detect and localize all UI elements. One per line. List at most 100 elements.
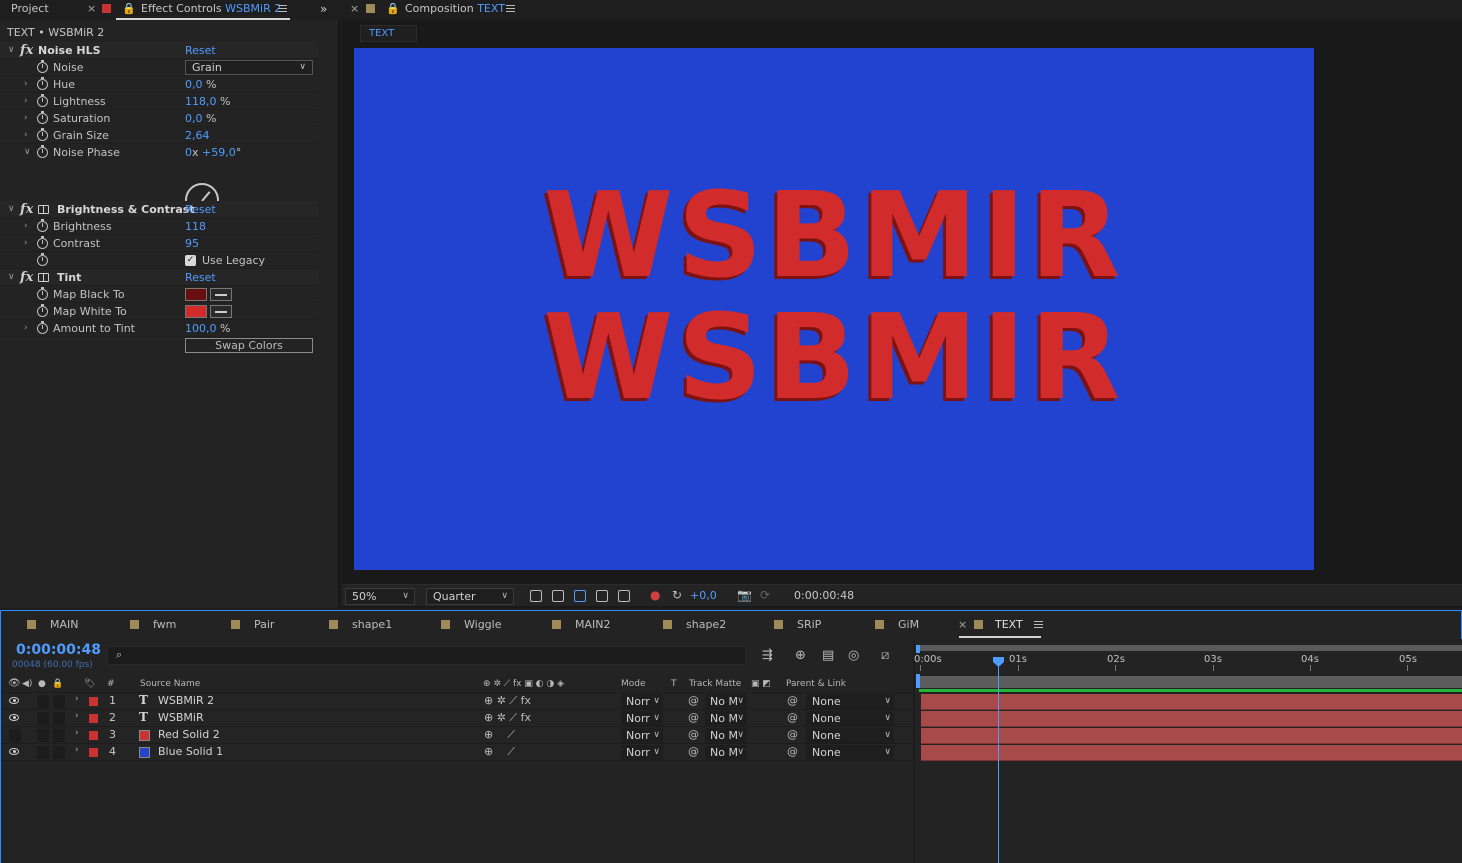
layer-label-color[interactable] [89,714,98,723]
frame-blending-icon[interactable]: ▤ [822,648,834,663]
eye-icon[interactable] [9,697,19,704]
prop-value[interactable]: 118 [185,218,206,235]
parent-select[interactable]: None ∨ [806,711,894,726]
chevron-right-icon[interactable]: › [24,127,28,144]
layer-name[interactable]: WSBMiR 2 [158,694,214,707]
blend-mode-select[interactable]: Norr ∨ [621,728,663,743]
chevron-down-icon[interactable]: ∨ [8,269,15,286]
chevron-right-icon[interactable]: › [24,76,28,93]
value-number[interactable]: 100,0 [185,322,217,335]
swap-colors-button[interactable]: Swap Colors [185,338,313,353]
layer-label-color[interactable] [89,748,98,757]
track-matte-select[interactable]: No M ∨ [705,711,747,726]
layer-row[interactable]: › 2 T WSBMiR ⊕ ✲ ⟋ fx Norr ∨ @ No M ∨ @ No… [1,710,913,727]
parent-pickwhip-icon[interactable]: @ [787,745,798,758]
fast-previews-icon[interactable] [530,590,542,602]
timeline-tab-main[interactable]: MAIN [27,618,79,631]
expand-panels-icon[interactable]: » [320,0,327,20]
effect-tint-header[interactable]: ∨ fx Tint Reset [0,269,318,286]
stopwatch-icon[interactable] [37,219,48,232]
composition-canvas[interactable]: WSBMIR WSBMIR [354,48,1314,570]
audio-toggle[interactable] [37,712,49,725]
tab-effect-controls[interactable]: Effect Controls WSBMiR 2 [141,0,281,20]
stopwatch-icon[interactable] [37,321,48,334]
color-channels-icon[interactable]: ● [650,588,660,602]
track-matte-select[interactable]: No M ∨ [705,745,747,760]
value-number[interactable]: 118,0 [185,95,217,108]
reset-link[interactable]: Reset [185,201,216,218]
layer-row[interactable]: › 3 Red Solid 2 ⊕ ⟋ Norr ∨ @ No M ∨ @ None… [1,727,913,744]
layer-duration-bar[interactable] [921,728,1462,744]
work-area-bar[interactable] [919,676,1462,688]
layer-name[interactable]: Red Solid 2 [158,728,220,741]
prop-value[interactable]: 0x +59,0° [185,144,241,161]
reset-link[interactable]: Reset [185,269,216,286]
parent-pickwhip-icon[interactable]: @ [787,694,798,707]
grid-guides-icon[interactable] [618,590,630,602]
chevron-down-icon[interactable]: ∨ [8,42,15,59]
stopwatch-icon[interactable] [37,94,48,107]
timeline-tab-text[interactable]: TEXT [974,618,1044,631]
track-matte-pickwhip-icon[interactable]: @ [688,745,699,758]
prop-value[interactable]: 118,0 % [185,93,230,110]
value-number[interactable]: 0,0 [185,112,203,125]
use-legacy-checkbox[interactable]: ✓ [185,255,196,266]
layer-name[interactable]: WSBMiR [158,711,204,724]
graph-editor-icon[interactable]: ⧄ [881,648,889,663]
shy-switch-icon[interactable]: ⊕ ✲ ⟋ fx [484,711,531,725]
noise-type-select[interactable]: Grain ∨ [185,60,313,75]
chevron-right-icon[interactable]: › [75,728,79,738]
prop-value[interactable]: 0,0 % [185,76,216,93]
timeline-tab-pair[interactable]: Pair [231,618,274,631]
chevron-right-icon[interactable]: › [75,745,79,755]
lock-toggle[interactable] [53,712,65,725]
layer-duration-bar[interactable] [921,711,1462,727]
value-number[interactable]: 0,0 [185,78,203,91]
eye-icon[interactable] [9,748,19,755]
layer-duration-bar[interactable] [921,745,1462,761]
track-matte-pickwhip-icon[interactable]: @ [688,711,699,724]
tab-composition[interactable]: Composition TEXT [405,0,505,20]
chevron-right-icon[interactable]: › [24,93,28,110]
composition-mini-flowchart-icon[interactable]: ⇶ [762,648,773,663]
stopwatch-icon[interactable] [37,253,48,266]
layer-search-input[interactable]: ⌕ [107,646,746,665]
shy-switch-icon[interactable]: ⊕ ⟋ [484,745,515,759]
draft-3d-icon[interactable]: ⊕ [795,648,806,663]
lock-icon[interactable]: 🔒 [122,0,136,20]
parent-select[interactable]: None ∨ [806,745,894,760]
show-snapshot-icon[interactable]: ⟳ [760,588,770,602]
blend-mode-select[interactable]: Norr ∨ [621,694,663,709]
close-icon[interactable]: × [350,0,359,20]
revolutions-value[interactable]: 0 [185,146,192,159]
map-white-color-swatch[interactable] [185,305,207,318]
timeline-tab-gim[interactable]: GiM [875,618,919,631]
source-name-header[interactable]: Source Name [140,679,200,689]
stopwatch-icon[interactable] [37,60,48,73]
eye-icon[interactable] [9,714,19,721]
fx-icon[interactable]: fx [20,269,33,286]
region-of-interest-icon[interactable] [596,590,608,602]
layer-name[interactable]: Blue Solid 1 [158,745,223,758]
comp-breadcrumb-chip[interactable]: TEXT [360,25,417,42]
audio-toggle[interactable] [37,729,49,742]
prop-value[interactable]: 95 [185,235,199,252]
close-icon[interactable]: × [87,0,96,20]
track-matte-pickwhip-icon[interactable]: @ [688,694,699,707]
timeline-tab-wiggle[interactable]: Wiggle [441,618,501,631]
transparency-grid-icon[interactable] [552,590,564,602]
lock-toggle[interactable] [53,746,65,759]
mask-visibility-icon[interactable] [574,590,586,602]
blend-mode-select[interactable]: Norr ∨ [621,711,663,726]
panel-menu-icon[interactable] [506,0,515,20]
stopwatch-icon[interactable] [37,111,48,124]
effect-noise-hls-header[interactable]: ∨ fx Noise HLS Reset [0,42,318,59]
degrees-value[interactable]: +59,0 [202,146,236,159]
chevron-down-icon[interactable]: ∨ [24,144,31,161]
layer-label-color[interactable] [89,731,98,740]
track-matte-select[interactable]: No M ∨ [705,728,747,743]
timeline-tab-shape1[interactable]: shape1 [329,618,392,631]
current-time-display[interactable]: 0:00:00:48 [16,642,101,658]
shy-switch-icon[interactable]: ⊕ ✲ ⟋ fx [484,694,531,708]
stopwatch-icon[interactable] [37,77,48,90]
